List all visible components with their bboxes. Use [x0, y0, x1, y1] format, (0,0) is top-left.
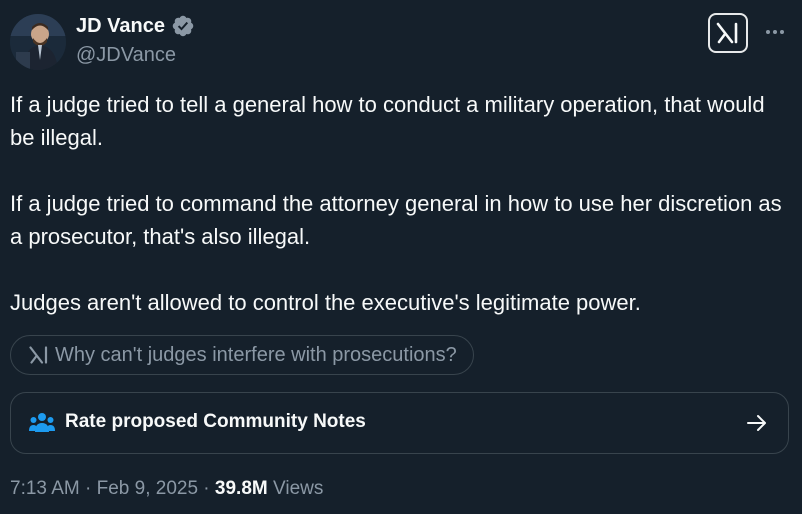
grok-button[interactable]	[708, 13, 748, 53]
avatar[interactable]	[10, 14, 66, 70]
tweet-paragraph: If a judge tried to tell a general how t…	[10, 92, 765, 150]
grok-question-button[interactable]: Why can't judges interfere with prosecut…	[10, 335, 474, 375]
rate-community-notes-button[interactable]: Rate proposed Community Notes	[10, 392, 789, 454]
tweet-date[interactable]: Feb 9, 2025	[97, 478, 198, 499]
views-count[interactable]: 39.8M	[215, 478, 268, 499]
tweet-paragraph: Judges aren't allowed to control the exe…	[10, 290, 641, 315]
avatar-image	[10, 14, 66, 70]
views-label: Views	[273, 478, 324, 499]
tweet-text: If a judge tried to tell a general how t…	[10, 88, 790, 319]
author-name-text: JD Vance	[76, 14, 165, 37]
meta-separator: ·	[79, 478, 97, 499]
grok-question-label: Why can't judges interfere with prosecut…	[55, 343, 457, 366]
tweet-paragraph: If a judge tried to command the attorney…	[10, 191, 782, 249]
grok-icon	[29, 346, 48, 364]
tweet-meta: 7:13 AM · Feb 9, 2025 · 39.8M Views	[10, 478, 323, 500]
verified-badge-icon	[172, 15, 194, 37]
arrow-right-icon	[747, 415, 766, 431]
meta-separator: ·	[198, 478, 215, 499]
tweet-time[interactable]: 7:13 AM	[10, 478, 80, 499]
author-name[interactable]: JD Vance	[76, 14, 195, 38]
people-icon	[29, 413, 55, 432]
author-handle[interactable]: @JDVance	[76, 44, 176, 67]
more-options-icon[interactable]	[760, 20, 790, 44]
community-notes-label: Rate proposed Community Notes	[65, 411, 366, 432]
grok-icon	[716, 22, 738, 44]
